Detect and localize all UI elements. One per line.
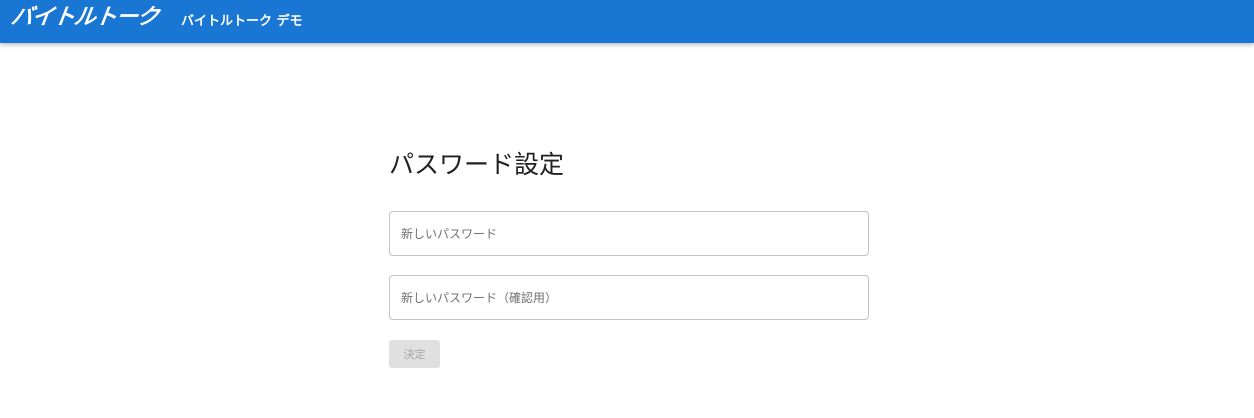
confirm-password-field: [389, 275, 869, 320]
app-title: バイトルトーク デモ: [181, 14, 303, 29]
password-setting-form: パスワード設定 決定: [389, 148, 869, 368]
new-password-input[interactable]: [390, 212, 868, 255]
page-title: パスワード設定: [389, 150, 565, 179]
confirm-password-input[interactable]: [390, 276, 868, 319]
submit-button[interactable]: 決定: [389, 340, 440, 368]
brand-logo[interactable]: バイトルトーク: [9, 3, 160, 33]
new-password-field: [389, 211, 869, 256]
app-header: バイトルトーク バイトルトーク デモ: [0, 0, 1254, 43]
